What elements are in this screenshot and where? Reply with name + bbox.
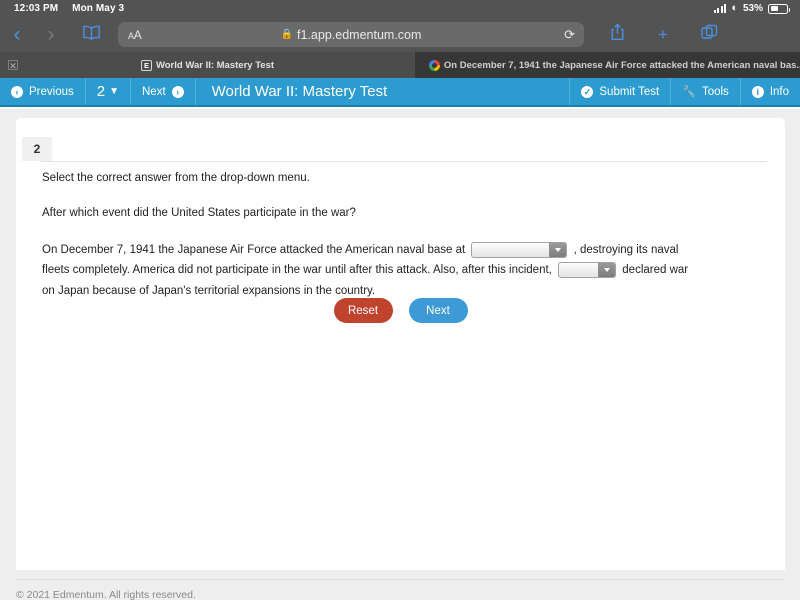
info-circle-icon: i [751,85,764,98]
naval-base-dropdown[interactable] [471,241,568,258]
google-g-favicon [429,59,440,71]
battery-percent-label: 53% [742,3,763,14]
address-bar[interactable]: AAAA 🔒 f1.app.edmentum.com ⟳ [118,22,584,47]
answer-action-buttons: Reset Next [16,298,785,323]
page-number: 2 [96,83,106,100]
edmentum-e-favicon: E [140,59,152,71]
status-date: Mon May 3 [72,3,125,14]
browser-tab-mastery-test[interactable]: ✕ E World War II: Mastery Test [0,52,415,78]
status-indicators: ◐ 53% [713,2,790,14]
tabs-icon[interactable] [686,24,732,45]
country-dropdown[interactable] [558,262,617,279]
chevron-left-icon[interactable]: ‹ [0,24,34,45]
close-icon[interactable]: ✕ [8,60,18,71]
wrench-icon: 🔧 [682,86,696,98]
previous-label: Previous [29,85,74,98]
divider [40,161,767,162]
question-panel: 2 Select the correct answer from the dro… [16,118,785,570]
question-body: Select the correct answer from the drop-… [42,170,702,301]
lock-icon: 🔒 [280,29,294,40]
share-icon[interactable] [594,23,640,46]
info-button[interactable]: i Info [739,78,800,105]
status-time: 12:03 PM [14,3,59,14]
info-label: Info [769,85,789,98]
page-selector[interactable]: 2 ▼ [86,78,131,105]
safari-toolbar: ‹ › AAAA 🔒 f1.app.edmentum.com ⟳ + [0,17,800,52]
footer-copyright: © 2021 Edmentum. All rights reserved. [16,579,785,601]
question-number-tab[interactable]: 2 [22,137,52,161]
toolbar-right-group: ✓ Submit Test 🔧 Tools i Info [569,78,800,105]
browser-tab-bar: ✕ E World War II: Mastery Test On Decemb… [0,52,800,78]
previous-button[interactable]: ‹ Previous [0,78,86,105]
url-text: f1.app.edmentum.com [297,27,422,42]
cellular-signal-icon [713,4,727,13]
tools-label: Tools [701,85,729,98]
page-background: 2 Select the correct answer from the dro… [0,109,800,601]
assessment-title: World War II: Mastery Test [211,83,388,100]
paragraph-part-1: On December 7, 1941 the Japanese Air For… [42,243,466,256]
reload-icon[interactable]: ⟳ [564,27,575,43]
assessment-toolbar: ‹ Previous 2 ▼ Next › World War II: Mast… [0,78,800,107]
chevron-right-icon[interactable]: › [34,24,68,45]
plus-icon[interactable]: + [640,25,686,45]
submit-test-button[interactable]: ✓ Submit Test [569,78,670,105]
url-text-wrap: 🔒 f1.app.edmentum.com [118,28,584,42]
submit-test-label: Submit Test [599,85,660,98]
chevron-down-icon: ▼ [109,86,119,97]
question-paragraph: On December 7, 1941 the Japanese Air For… [42,240,702,301]
browser-tab-title: On December 7, 1941 the Japanese Air For… [443,59,800,71]
text-size-button[interactable]: AAAA [128,28,142,42]
chevron-down-icon [598,263,616,278]
next-button-toolbar[interactable]: Next › [131,78,196,105]
arrow-left-circle-icon: ‹ [11,85,23,98]
next-button[interactable]: Next [408,298,468,323]
book-icon[interactable] [74,25,108,45]
browser-tab-title: World War II: Mastery Test [155,59,275,71]
ipad-status-bar: 12:03 PM Mon May 3 ◐ 53% [0,0,800,17]
battery-icon [768,3,790,14]
question-instruction: Select the correct answer from the drop-… [42,172,310,184]
question-prompt: After which event did the United States … [42,206,356,219]
check-circle-icon: ✓ [581,85,594,98]
chevron-down-icon [549,242,567,257]
browser-tab-google-search[interactable]: On December 7, 1941 the Japanese Air For… [415,52,800,78]
tools-button[interactable]: 🔧 Tools [670,78,740,105]
next-label: Next [142,85,166,98]
arrow-right-circle-icon: › [171,85,184,98]
reset-button[interactable]: Reset [333,298,393,323]
wifi-icon: ◐ [731,2,738,14]
